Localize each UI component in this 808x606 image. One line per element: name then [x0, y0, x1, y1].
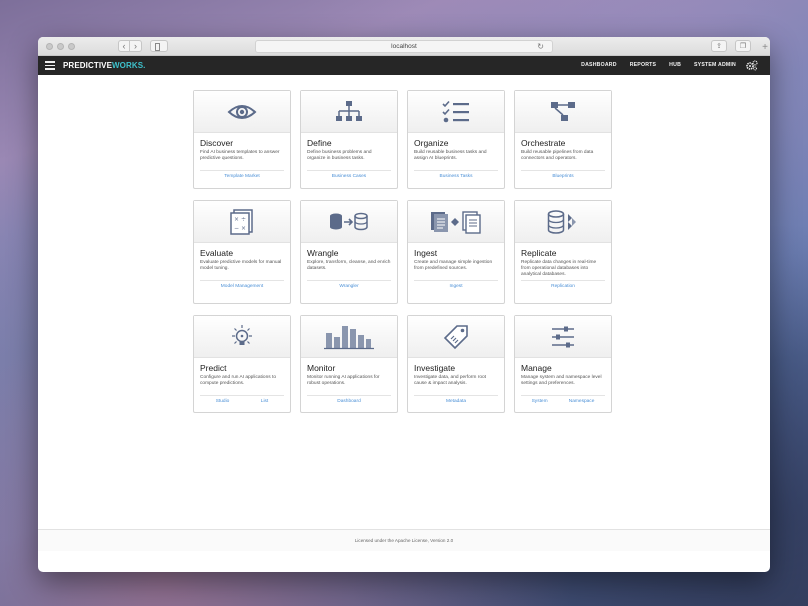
card-discover[interactable]: Discover Find AI business templates to a… — [193, 90, 291, 189]
share-button[interactable]: ⇪ — [711, 40, 727, 52]
database-replicate-icon — [547, 209, 576, 234]
main-content: Discover Find AI business templates to a… — [38, 75, 770, 551]
link-template-market[interactable]: Template Market — [224, 174, 259, 179]
card-define[interactable]: Define Define business problems and orga… — [300, 90, 398, 189]
card-organize[interactable]: Organize Build reusable business tasks a… — [407, 90, 505, 189]
card-title: Organize — [414, 138, 449, 148]
link-wrangler[interactable]: Wrangler — [339, 284, 358, 289]
back-button[interactable]: ‹ — [118, 40, 130, 52]
tabs-overview-button[interactable]: ❐ — [735, 40, 751, 52]
sidebar-toggle-button[interactable] — [150, 40, 168, 52]
nav-hub[interactable]: HUB — [669, 56, 681, 75]
page-footer: Licensed under the Apache License, Versi… — [38, 529, 770, 551]
card-description: Find AI business templates to answer pre… — [200, 150, 280, 161]
card-title: Orchestrate — [521, 138, 566, 148]
top-nav: DASHBOARD REPORTS HUB SYSTEM ADMIN — [581, 56, 736, 75]
documents-exchange-icon — [431, 210, 481, 234]
history-buttons: ‹ › — [118, 40, 142, 52]
card-orchestrate[interactable]: Orchestrate Build reusable pipelines fro… — [514, 90, 612, 189]
card-description: Build reusable pipelines from data conne… — [521, 150, 594, 161]
card-title: Ingest — [414, 248, 438, 258]
card-description: Create and manage simple ingestion from … — [414, 260, 493, 271]
card-description: Evaluate predictive models for manual mo… — [200, 260, 282, 271]
new-tab-button[interactable]: + — [760, 41, 770, 55]
svg-text:−: − — [234, 225, 239, 232]
card-description: Build reusable business tasks and assign… — [414, 150, 487, 161]
app-navbar: PREDICTIVEWORKS. DASHBOARD REPORTS HUB S… — [38, 56, 770, 75]
link-system[interactable]: System — [532, 399, 548, 404]
window-controls — [46, 43, 75, 50]
link-namespace[interactable]: Namespace — [569, 399, 595, 404]
card-title: Predict — [200, 363, 227, 373]
bar-chart-icon — [324, 325, 374, 349]
url-text: localhost — [391, 43, 417, 50]
card-wrangle[interactable]: Wrangle Explore, transform, cleanse, and… — [300, 200, 398, 304]
svg-text:×: × — [241, 225, 246, 232]
link-studio[interactable]: Studio — [216, 399, 230, 404]
svg-text:×: × — [234, 216, 239, 223]
card-ingest[interactable]: Ingest Create and manage simple ingestio… — [407, 200, 505, 304]
card-description: Replicate data changes in real-time from… — [521, 260, 597, 277]
card-title: Discover — [200, 138, 234, 148]
card-replicate[interactable]: Replicate Replicate data changes in real… — [514, 200, 612, 304]
link-ingest[interactable]: Ingest — [449, 284, 462, 289]
card-description: Configure and run AI applications to com… — [200, 375, 277, 386]
nav-dashboard[interactable]: DASHBOARD — [581, 56, 617, 75]
zoom-window-button[interactable] — [68, 43, 75, 50]
database-transform-icon — [330, 212, 368, 230]
card-title: Replicate — [521, 248, 557, 258]
license-text[interactable]: Licensed under the Apache License, Versi… — [355, 538, 453, 543]
sliders-icon — [552, 326, 574, 347]
link-list[interactable]: List — [261, 399, 268, 404]
card-description: Manage system and namespace level settin… — [521, 375, 602, 386]
close-window-button[interactable] — [46, 43, 53, 50]
link-dashboard[interactable]: Dashboard — [337, 399, 360, 404]
hamburger-menu-icon[interactable] — [45, 61, 55, 70]
brand-accent: WORKS. — [112, 61, 146, 70]
link-metadata[interactable]: Metadata — [446, 399, 466, 404]
card-evaluate[interactable]: × ÷ − × Evaluate Evaluate predictive mod… — [193, 200, 291, 304]
card-title: Investigate — [414, 363, 456, 373]
link-blueprints[interactable]: Blueprints — [552, 174, 573, 179]
nav-system-admin[interactable]: SYSTEM ADMIN — [694, 56, 736, 75]
pipeline-icon — [551, 101, 575, 121]
card-title: Wrangle — [307, 248, 339, 258]
link-business-tasks[interactable]: Business Tasks — [440, 174, 473, 179]
eye-icon — [227, 104, 257, 119]
brand-primary: PREDICTIVE — [63, 61, 113, 70]
calculator-icon: × ÷ − × — [230, 208, 253, 235]
nav-reports[interactable]: REPORTS — [630, 56, 656, 75]
lightbulb-icon — [232, 324, 252, 345]
card-title: Monitor — [307, 363, 336, 373]
card-description: Investigate data, and perform root cause… — [414, 375, 486, 386]
link-model-management[interactable]: Model Management — [221, 284, 263, 289]
card-monitor[interactable]: Monitor Monitor running AI applications … — [300, 315, 398, 413]
card-investigate[interactable]: Investigate Investigate data, and perfor… — [407, 315, 505, 413]
tag-icon — [443, 324, 468, 349]
card-description: Monitor running AI applications for robu… — [307, 375, 380, 386]
card-predict[interactable]: Predict Configure and run AI application… — [193, 315, 291, 413]
brand-logo[interactable]: PREDICTIVEWORKS. — [63, 56, 146, 75]
svg-text:÷: ÷ — [241, 216, 246, 223]
reload-icon[interactable]: ↻ — [537, 41, 544, 53]
forward-button[interactable]: › — [130, 40, 142, 52]
card-description: Explore, transform, cleanse, and enrich … — [307, 260, 391, 271]
gears-icon[interactable] — [746, 60, 758, 71]
card-description: Define business problems and organize in… — [307, 150, 372, 161]
card-manage[interactable]: Manage Manage system and namespace level… — [514, 315, 612, 413]
card-title: Evaluate — [200, 248, 234, 258]
link-business-cases[interactable]: Business Cases — [332, 174, 366, 179]
card-title: Manage — [521, 363, 552, 373]
minimize-window-button[interactable] — [57, 43, 64, 50]
checklist-icon — [442, 100, 469, 122]
link-replication[interactable]: Replication — [551, 284, 575, 289]
module-grid: Discover Find AI business templates to a… — [193, 90, 612, 413]
hierarchy-icon — [336, 100, 362, 121]
browser-window: ‹ › localhost ↻ ⇪ ❐ + PREDICTIVEWORKS. D… — [38, 37, 770, 572]
card-title: Define — [307, 138, 332, 148]
browser-titlebar: ‹ › localhost ↻ ⇪ ❐ + — [38, 37, 770, 56]
address-bar[interactable]: localhost ↻ — [255, 40, 553, 53]
